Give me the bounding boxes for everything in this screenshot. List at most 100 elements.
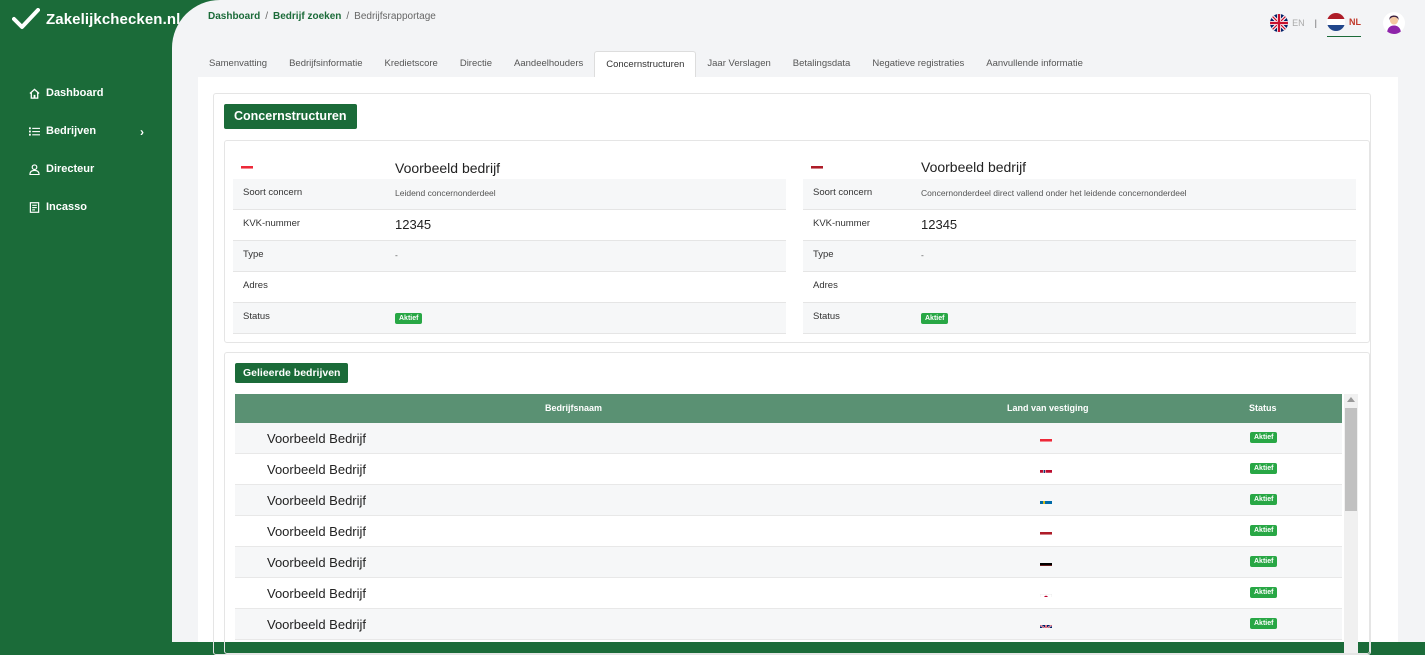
netherlands-flag-icon xyxy=(1040,527,1052,535)
sidebar-item-label: Bedrijven xyxy=(46,125,96,137)
status-badge: Aktief xyxy=(395,313,422,324)
breadcrumb: Dashboard / Bedrijf zoeken / Bedrijfsrapport… xyxy=(208,11,436,22)
status-badge: Aktief xyxy=(1250,432,1277,443)
column-header-land[interactable]: Land van vestiging xyxy=(1007,403,1089,413)
logo[interactable]: Zakelijkchecken.nl xyxy=(12,8,180,30)
detail-row-soort: Soort concern Leidend concernonderdeel xyxy=(233,179,786,210)
company-name: Voorbeeld Bedrijf xyxy=(267,586,366,601)
tab-bedrijfsinformatie[interactable]: Bedrijfsinformatie xyxy=(278,51,373,77)
sidebar-nav: Dashboard Bedrijven › Directeur Incasso xyxy=(28,74,158,226)
company-name: Voorbeeld Bedrijf xyxy=(267,462,366,477)
status-badge: Aktief xyxy=(1250,525,1277,536)
sweden-flag-icon xyxy=(1040,496,1052,504)
sidebar-item-directeur[interactable]: Directeur xyxy=(28,150,158,188)
detail-label: Adres xyxy=(243,280,268,291)
detail-label: Status xyxy=(243,311,270,322)
breadcrumb-separator: / xyxy=(346,11,349,22)
detail-value: Leidend concernonderdeel xyxy=(395,188,496,198)
language-switcher: EN | NL xyxy=(1270,13,1361,37)
company-name: Voorbeeld bedrijf xyxy=(921,159,1026,175)
tab-content: Concernstructuren Voorbeeld bedrijf Soor… xyxy=(198,77,1398,642)
language-en[interactable]: EN xyxy=(1270,14,1305,37)
company-header: Voorbeeld bedrijf xyxy=(803,149,1356,179)
avatar[interactable] xyxy=(1383,12,1405,34)
section-title: Concernstructuren xyxy=(224,104,357,129)
breadcrumb-link-bedrijf-zoeken[interactable]: Bedrijf zoeken xyxy=(273,11,341,22)
detail-row-soort: Soort concernConcernonderdeel direct val… xyxy=(803,179,1356,210)
tab-aandeelhouders[interactable]: Aandeelhouders xyxy=(503,51,594,77)
tab-concernstructuren[interactable]: Concernstructuren xyxy=(594,51,696,77)
table-row[interactable]: Voorbeeld Bedrijf Aktief xyxy=(235,578,1342,609)
netherlands-flag-icon xyxy=(811,161,823,169)
detail-row-kvk: KVK-nummer12345 xyxy=(803,210,1356,241)
table-row[interactable]: Voorbeeld Bedrijf Aktief xyxy=(235,609,1342,640)
detail-label: Adres xyxy=(813,280,838,291)
tab-betalingsdata[interactable]: Betalingsdata xyxy=(782,51,862,77)
column-header-status[interactable]: Status xyxy=(1249,403,1277,413)
tab-negatieve-registraties[interactable]: Negatieve registraties xyxy=(861,51,975,77)
checkmark-icon xyxy=(12,8,40,30)
related-companies-title: Gelieerde bedrijven xyxy=(235,363,348,383)
company-column: Voorbeeld bedrijf Soort concern Leidend c… xyxy=(233,149,786,334)
sidebar-item-label: Directeur xyxy=(46,163,94,175)
main-area: Dashboard / Bedrijf zoeken / Bedrijfsrapport… xyxy=(172,0,1425,642)
detail-value: - xyxy=(921,250,924,260)
company-name: Voorbeeld Bedrijf xyxy=(267,524,366,539)
company-name: Voorbeeld Bedrijf xyxy=(267,431,366,446)
detail-value: Concernonderdeel direct vallend onder he… xyxy=(921,188,1187,198)
breadcrumb-current: Bedrijfsrapportage xyxy=(354,11,436,22)
table-row[interactable]: Voorbeeld Bedrijf Aktief xyxy=(235,485,1342,516)
language-nl[interactable]: NL xyxy=(1327,13,1361,37)
table-row[interactable]: Voorbeeld Bedrijf Aktief xyxy=(235,516,1342,547)
uk-flag-icon xyxy=(1040,620,1052,628)
column-header-bedrijfsnaam[interactable]: Bedrijfsnaam xyxy=(545,403,602,413)
detail-row-kvk: KVK-nummer12345 xyxy=(233,210,786,241)
company-column: Voorbeeld bedrijf Soort concernConcernon… xyxy=(803,149,1356,334)
tab-kredietscore[interactable]: Kredietscore xyxy=(373,51,448,77)
list-icon xyxy=(28,125,40,137)
related-companies-table: Bedrijfsnaam Land van vestiging Status V… xyxy=(235,394,1342,640)
sidebar-item-dashboard[interactable]: Dashboard xyxy=(28,74,158,112)
scrollbar-thumb[interactable] xyxy=(1345,408,1357,511)
company-name: Voorbeeld Bedrijf xyxy=(267,555,366,570)
detail-label: Soort concern xyxy=(243,187,302,198)
luxembourg-flag-icon xyxy=(1040,434,1052,442)
scroll-up-arrow-icon[interactable] xyxy=(1347,397,1355,402)
detail-row-type: Type- xyxy=(233,241,786,272)
tab-directie[interactable]: Directie xyxy=(449,51,503,77)
sidebar-item-incasso[interactable]: Incasso xyxy=(28,188,158,226)
table-header: Bedrijfsnaam Land van vestiging Status xyxy=(235,394,1342,423)
detail-row-status: StatusAktief xyxy=(803,303,1356,334)
uk-flag-icon xyxy=(1270,14,1288,32)
chevron-right-icon: › xyxy=(140,125,144,139)
status-badge: Aktief xyxy=(1250,463,1277,474)
table-scrollbar[interactable] xyxy=(1344,394,1358,654)
tab-jaar-verslagen[interactable]: Jaar Verslagen xyxy=(696,51,781,77)
table-row[interactable]: Voorbeeld Bedrijf Aktief xyxy=(235,454,1342,485)
breadcrumb-separator: / xyxy=(265,11,268,22)
company-name: Voorbeeld Bedrijf xyxy=(267,493,366,508)
breadcrumb-link-dashboard[interactable]: Dashboard xyxy=(208,11,260,22)
related-companies-card: Gelieerde bedrijven Bedrijfsnaam Land va… xyxy=(224,352,1370,654)
detail-label: Status xyxy=(813,311,840,322)
detail-row-adres: Adres xyxy=(803,272,1356,303)
nl-flag-icon xyxy=(1327,13,1345,31)
language-divider: | xyxy=(1315,18,1317,33)
home-icon xyxy=(28,87,40,99)
detail-label: KVK-nummer xyxy=(243,218,300,229)
status-badge: Aktief xyxy=(1250,556,1277,567)
sidebar-item-label: Dashboard xyxy=(46,87,103,99)
status-badge: Aktief xyxy=(1250,587,1277,598)
tab-samenvatting[interactable]: Samenvatting xyxy=(198,51,278,77)
table-row[interactable]: Voorbeeld Bedrijf Aktief xyxy=(235,547,1342,578)
document-icon xyxy=(28,201,40,213)
company-name: Voorbeeld bedrijf xyxy=(395,160,500,176)
concern-panel: Concernstructuren Voorbeeld bedrijf Soor… xyxy=(213,93,1371,655)
table-row[interactable]: Voorbeeld Bedrijf Aktief xyxy=(235,423,1342,454)
tab-aanvullende-informatie[interactable]: Aanvullende informatie xyxy=(975,51,1094,77)
concern-card: Voorbeeld bedrijf Soort concern Leidend c… xyxy=(224,140,1370,343)
sidebar-item-bedrijven[interactable]: Bedrijven › xyxy=(28,112,158,150)
detail-label: Type xyxy=(813,249,834,260)
company-header: Voorbeeld bedrijf xyxy=(233,149,786,179)
detail-label: Type xyxy=(243,249,264,260)
